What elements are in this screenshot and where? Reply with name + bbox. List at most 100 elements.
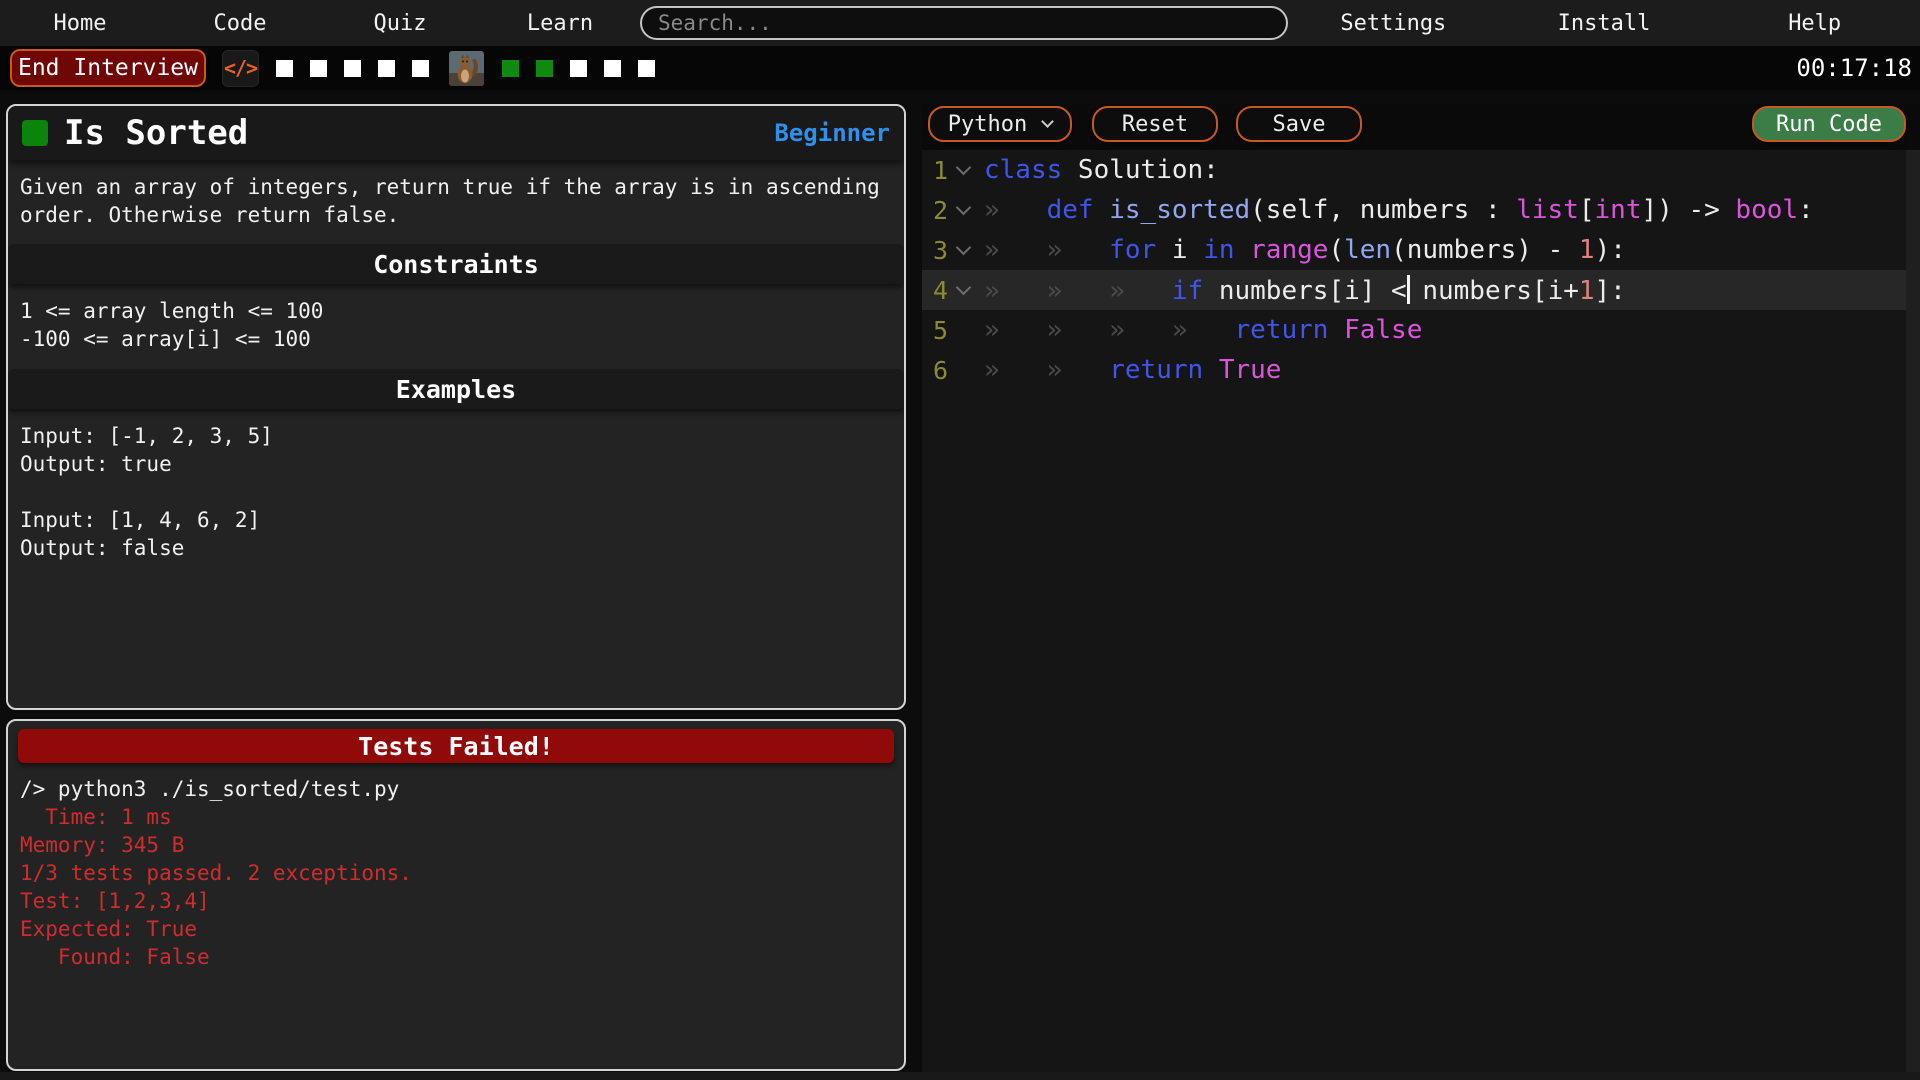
fold-chevron-icon[interactable] <box>950 207 976 213</box>
section-line: Input: [-1, 2, 3, 5] <box>20 422 892 450</box>
nav-item-learn[interactable]: Learn <box>480 0 640 46</box>
code-token: for <box>1109 235 1156 265</box>
description-line: order. Otherwise return false. <box>20 201 892 229</box>
save-button[interactable]: Save <box>1236 106 1362 142</box>
status-square-2[interactable] <box>536 60 553 77</box>
test-output-line: Memory: 345 B <box>20 831 892 859</box>
code-token <box>1328 315 1344 345</box>
indent-guide-icon: » <box>1047 315 1110 345</box>
code-token: in <box>1203 235 1234 265</box>
search-input[interactable] <box>640 6 1288 40</box>
code-token: bool <box>1735 195 1798 225</box>
editor-scrollbar[interactable] <box>1906 150 1920 1080</box>
language-select[interactable]: Python <box>928 106 1072 142</box>
nav-left-group: HomeCodeQuizLearn <box>0 0 640 46</box>
indent-guide-icon: » <box>1109 276 1172 306</box>
status-square-4[interactable] <box>604 60 621 77</box>
code-brackets-icon[interactable]: </> <box>222 50 259 87</box>
interview-toolbar: End Interview </> 00:17:18 <box>0 46 1920 90</box>
code-token: 1 <box>1579 276 1595 306</box>
nav-item-install[interactable]: Install <box>1499 0 1710 46</box>
code-token: (self, numbers : <box>1250 195 1516 225</box>
question-square-5[interactable] <box>412 60 429 77</box>
line-number: 5 <box>930 316 948 345</box>
tests-output: /> python3 ./is_sorted/test.py Time: 1 m… <box>8 763 904 983</box>
nav-item-home[interactable]: Home <box>0 0 160 46</box>
indent-guide-icon: » <box>984 235 1047 265</box>
fold-chevron-icon[interactable] <box>950 167 976 173</box>
code-token: : <box>1798 195 1814 225</box>
difficulty-label: Beginner <box>774 119 890 147</box>
indent-guide-icon: » <box>984 195 1047 225</box>
nav-right-group: SettingsInstallHelp <box>1288 0 1920 46</box>
code-line-6[interactable]: 6 » » return True <box>922 350 1906 390</box>
end-interview-button[interactable]: End Interview <box>10 49 206 87</box>
fold-chevron-icon[interactable] <box>950 247 976 253</box>
question-square-1[interactable] <box>276 60 293 77</box>
code-text: » » return True <box>984 355 1281 385</box>
line-number: 1 <box>930 156 948 185</box>
nav-item-settings[interactable]: Settings <box>1288 0 1499 46</box>
reset-button[interactable]: Reset <box>1092 106 1218 142</box>
nav-item-quiz[interactable]: Quiz <box>320 0 480 46</box>
question-square-4[interactable] <box>378 60 395 77</box>
fold-chevron-icon[interactable] <box>950 287 976 293</box>
code-token: ]: <box>1595 276 1626 306</box>
code-token: return <box>1109 355 1203 385</box>
code-line-3[interactable]: 3» » for i in range(len(numbers) - 1): <box>922 230 1906 270</box>
status-square-5[interactable] <box>638 60 655 77</box>
problem-sections: Constraints1 <= array length <= 100-100 … <box>8 244 904 578</box>
code-token: ( <box>1328 235 1344 265</box>
code-line-5[interactable]: 5 » » » » return False <box>922 310 1906 350</box>
status-square-3[interactable] <box>570 60 587 77</box>
code-area[interactable]: 1class Solution:2» def is_sorted(self, n… <box>922 150 1906 1080</box>
tests-panel: Tests Failed! /> python3 ./is_sorted/tes… <box>6 719 906 1071</box>
problem-panel: Is Sorted Beginner Given an array of int… <box>6 104 906 710</box>
line-number: 4 <box>930 276 948 305</box>
nav-item-help[interactable]: Help <box>1709 0 1920 46</box>
code-line-4[interactable]: 4 » » » if numbers[i] < numbers[i+1]: <box>922 270 1906 310</box>
test-output-line: Found: False <box>20 943 892 971</box>
code-text: » » for i in range(len(numbers) - 1): <box>984 235 1626 265</box>
code-token: ]) -> <box>1642 195 1736 225</box>
nav-item-code[interactable]: Code <box>160 0 320 46</box>
test-command-line: /> python3 ./is_sorted/test.py <box>20 775 892 803</box>
indent-guide-icon: » <box>1172 315 1235 345</box>
avatar[interactable] <box>449 51 484 86</box>
code-token: int <box>1595 195 1642 225</box>
code-token: (numbers) - <box>1391 235 1579 265</box>
line-number: 6 <box>930 356 948 385</box>
code-token: len <box>1344 235 1391 265</box>
indent-guide-icon: » <box>984 315 1047 345</box>
code-token: numbers[i] < <box>1203 276 1407 306</box>
run-code-button[interactable]: Run Code <box>1752 106 1906 142</box>
section-body: 1 <= array length <= 100-100 <= array[i]… <box>8 284 904 369</box>
status-square-1[interactable] <box>502 60 519 77</box>
indent-guide-icon: » <box>984 355 1047 385</box>
code-line-1[interactable]: 1 class Solution: <box>922 150 1906 190</box>
code-token: False <box>1344 315 1422 345</box>
indent-guide-icon: » <box>984 276 1047 306</box>
code-token: return <box>1235 315 1329 345</box>
line-number: 2 <box>930 196 948 225</box>
code-token: ): <box>1595 235 1626 265</box>
difficulty-square-icon <box>22 120 48 146</box>
code-token <box>1235 235 1251 265</box>
section-header-constraints: Constraints <box>8 244 904 284</box>
status-squares <box>502 60 655 77</box>
top-nav: HomeCodeQuizLearn SettingsInstallHelp <box>0 0 1920 46</box>
indent-guide-icon: » <box>1047 235 1110 265</box>
code-token: numbers[i+ <box>1407 276 1579 306</box>
question-square-2[interactable] <box>310 60 327 77</box>
section-body: Input: [-1, 2, 3, 5]Output: true Input: … <box>8 409 904 578</box>
code-token: 1 <box>1579 235 1595 265</box>
code-token: Solution: <box>1062 155 1219 185</box>
code-token: i <box>1156 235 1203 265</box>
code-line-2[interactable]: 2» def is_sorted(self, numbers : list[in… <box>922 190 1906 230</box>
code-text: » » » » return False <box>984 315 1422 345</box>
problem-title-bar: Is Sorted Beginner <box>8 106 904 160</box>
code-text: class Solution: <box>984 155 1219 185</box>
question-progress-squares <box>276 60 429 77</box>
code-text: » » » if numbers[i] < numbers[i+1]: <box>984 275 1626 306</box>
question-square-3[interactable] <box>344 60 361 77</box>
